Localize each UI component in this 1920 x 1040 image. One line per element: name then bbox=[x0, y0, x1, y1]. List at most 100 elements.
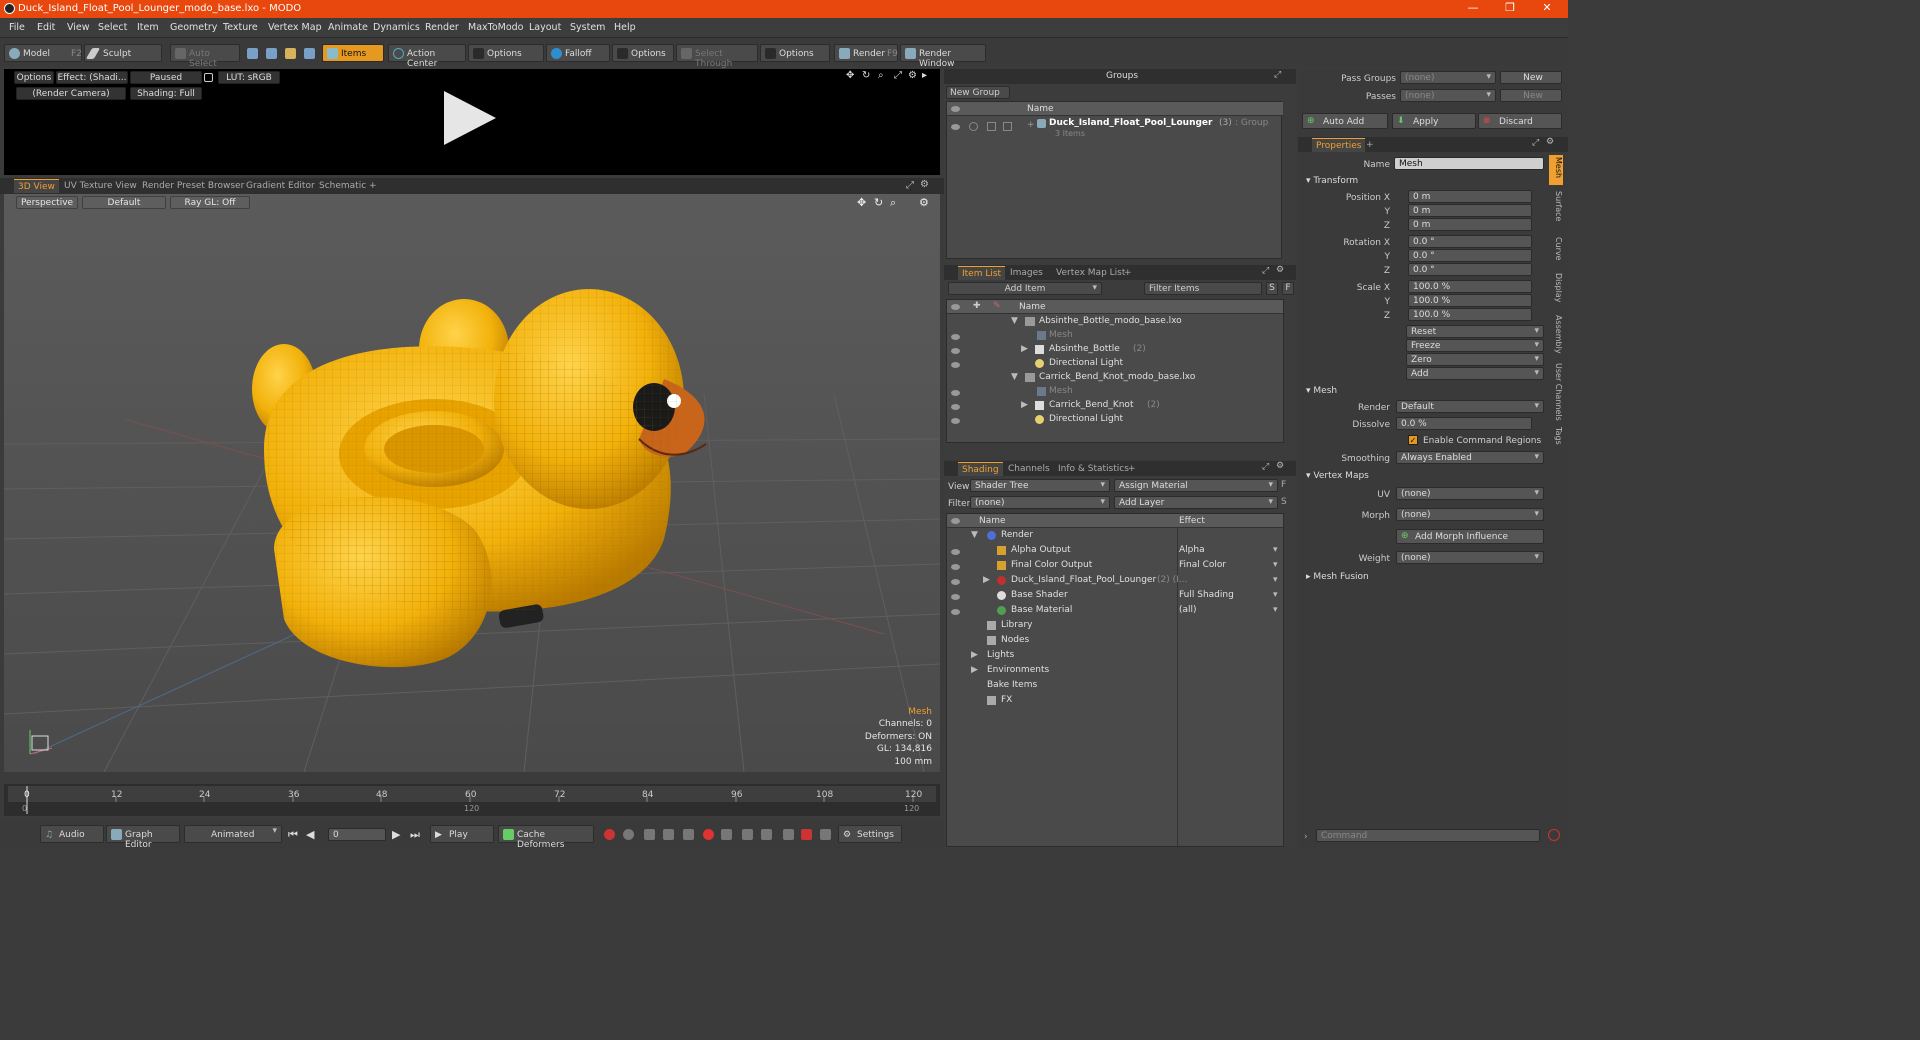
menu-geometry[interactable]: Geometry bbox=[170, 22, 217, 33]
tab-item-list[interactable]: Item List bbox=[958, 266, 1006, 280]
chevron-down-icon[interactable]: ▾ bbox=[1273, 605, 1278, 615]
mesh-fusion-section[interactable]: ▸ Mesh Fusion bbox=[1306, 572, 1369, 582]
assign-material-dropdown[interactable]: Assign Material bbox=[1114, 479, 1278, 492]
record-icon[interactable] bbox=[703, 829, 714, 840]
tree-row[interactable]: Directional Light bbox=[947, 414, 1283, 428]
collapse-icon[interactable]: ▼ bbox=[1011, 316, 1018, 326]
expand-icon[interactable]: ⤢ bbox=[1532, 138, 1539, 148]
prev-key-icon[interactable] bbox=[644, 829, 655, 840]
menu-layout[interactable]: Layout bbox=[529, 22, 561, 33]
shading-dropdown[interactable]: Shading: Full bbox=[130, 87, 202, 100]
falloff-options-button[interactable]: Options bbox=[612, 44, 674, 62]
add-morph-influence-button[interactable]: ⊕ Add Morph Influence bbox=[1396, 529, 1544, 544]
sidetab-mesh[interactable]: Mesh bbox=[1549, 155, 1563, 185]
edge-mode-icon[interactable] bbox=[266, 48, 277, 59]
tab-schematic[interactable]: Schematic bbox=[315, 179, 370, 193]
eye-icon[interactable] bbox=[951, 594, 960, 600]
menu-dynamics[interactable]: Dynamics bbox=[373, 22, 420, 33]
shader-row[interactable]: Nodes bbox=[947, 635, 1283, 649]
model-button[interactable]: Model F2 bbox=[4, 44, 82, 62]
eye-icon[interactable] bbox=[951, 334, 960, 340]
transform-section[interactable]: ▾ Transform bbox=[1306, 176, 1358, 186]
menu-select[interactable]: Select bbox=[98, 22, 127, 33]
menu-vertex-map[interactable]: Vertex Map bbox=[268, 22, 322, 33]
scale-x-field[interactable]: 100.0 % bbox=[1408, 280, 1532, 293]
auto-select-button[interactable]: Auto Select bbox=[170, 44, 240, 69]
menu-animate[interactable]: Animate bbox=[328, 22, 368, 33]
menu-system[interactable]: System bbox=[570, 22, 605, 33]
uv-dropdown[interactable]: (none) bbox=[1396, 487, 1544, 500]
command-expand-icon[interactable]: › bbox=[1304, 832, 1308, 842]
expand-icon[interactable]: + bbox=[1027, 120, 1035, 130]
shader-row[interactable]: Alpha Output Alpha ▾ bbox=[947, 545, 1283, 559]
menu-view[interactable]: View bbox=[67, 22, 90, 33]
chevron-down-icon[interactable]: ▾ bbox=[1273, 575, 1278, 585]
select-through-options-button[interactable]: Options bbox=[760, 44, 830, 62]
audio-button[interactable]: ♫ Audio bbox=[40, 825, 104, 843]
scale-z-field[interactable]: 100.0 % bbox=[1408, 308, 1532, 321]
filter-dropdown[interactable]: (none) bbox=[970, 496, 1110, 509]
paused-button[interactable]: Paused bbox=[130, 71, 202, 84]
sculpt-button[interactable]: Sculpt bbox=[84, 44, 162, 62]
prev-frame-icon[interactable]: ◀ bbox=[306, 828, 314, 841]
tab-vertex-map-list[interactable]: Vertex Map List bbox=[1052, 266, 1129, 280]
falloff-button[interactable]: Falloff bbox=[546, 44, 610, 62]
default-shading-dropdown[interactable]: Default bbox=[82, 196, 166, 209]
add-item-dropdown[interactable]: Add Item bbox=[948, 282, 1102, 295]
chevron-down-icon[interactable]: ▾ bbox=[1273, 590, 1278, 600]
sidetab-surface[interactable]: Surface bbox=[1549, 191, 1563, 221]
expand-icon[interactable]: ▶ bbox=[1021, 344, 1028, 354]
lock-icon[interactable] bbox=[204, 73, 213, 82]
tab-info-statistics[interactable]: Info & Statistics bbox=[1054, 462, 1133, 476]
sidetab-assembly[interactable]: Assembly bbox=[1549, 315, 1563, 354]
polygon-mode-icon[interactable] bbox=[285, 48, 296, 59]
raygl-dropdown[interactable]: Ray GL: Off bbox=[170, 196, 250, 209]
tree-row[interactable]: ▶ Absinthe_Bottle (2) bbox=[947, 344, 1283, 358]
tab-properties[interactable]: Properties bbox=[1312, 138, 1366, 152]
s-button[interactable]: S bbox=[1281, 497, 1287, 507]
next-key-icon[interactable] bbox=[663, 829, 674, 840]
apply-button[interactable]: ⬇ Apply bbox=[1392, 113, 1476, 129]
vertex-mode-icon[interactable] bbox=[247, 48, 258, 59]
eye-icon[interactable] bbox=[951, 609, 960, 615]
view-dropdown[interactable]: Shader Tree bbox=[970, 479, 1110, 492]
add-layer-dropdown[interactable]: Add Layer bbox=[1114, 496, 1278, 509]
eye-icon[interactable] bbox=[951, 348, 960, 354]
tree-row[interactable]: ▼ Carrick_Bend_Knot_modo_base.lxo bbox=[947, 372, 1283, 386]
expand-icon[interactable]: ⤢ bbox=[1262, 462, 1269, 472]
shader-row[interactable]: FX bbox=[947, 695, 1283, 709]
position-z-field[interactable]: 0 m bbox=[1408, 218, 1532, 231]
expand-icon[interactable]: ⤢ bbox=[1274, 70, 1281, 80]
add-dropdown[interactable]: Add bbox=[1406, 367, 1544, 380]
rotation-x-field[interactable]: 0.0 ° bbox=[1408, 235, 1532, 248]
scale-y-field[interactable]: 100.0 % bbox=[1408, 294, 1532, 307]
dissolve-field[interactable]: 0.0 % bbox=[1396, 417, 1532, 430]
view-settings-icon[interactable]: ⚙ bbox=[920, 179, 929, 190]
expand-icon[interactable]: ▶ bbox=[971, 650, 978, 660]
first-frame-icon[interactable]: ⏮ bbox=[288, 828, 298, 842]
sidetab-display[interactable]: Display bbox=[1549, 273, 1563, 303]
shader-row[interactable]: ▶ Environments bbox=[947, 665, 1283, 679]
menu-file[interactable]: File bbox=[9, 22, 25, 33]
refresh-icon[interactable]: ↻ bbox=[862, 70, 870, 81]
panel-settings-icon[interactable]: ⚙ bbox=[1276, 265, 1284, 275]
render-window-button[interactable]: Render Window bbox=[900, 44, 986, 69]
gear-icon[interactable]: ⚙ bbox=[908, 70, 917, 81]
shader-row[interactable]: Base Material (all) ▾ bbox=[947, 605, 1283, 619]
tab-gradient-editor[interactable]: Gradient Editor bbox=[242, 179, 319, 193]
discard-button[interactable]: ⊗ Discard bbox=[1478, 113, 1562, 129]
auto-key-icon[interactable] bbox=[623, 829, 634, 840]
menu-maxtomodo[interactable]: MaxToModo bbox=[468, 22, 524, 33]
eye-icon[interactable] bbox=[951, 390, 960, 396]
zoom-icon[interactable]: ⌕ bbox=[878, 70, 884, 81]
shader-row[interactable]: Bake Items bbox=[947, 680, 1283, 694]
cache-deformers-button[interactable]: Cache Deformers bbox=[498, 825, 594, 850]
panel-settings-icon[interactable]: ⚙ bbox=[1546, 137, 1554, 147]
menu-help[interactable]: Help bbox=[614, 22, 636, 33]
perspective-dropdown[interactable]: Perspective bbox=[16, 196, 78, 209]
add-tab-button[interactable]: + bbox=[365, 179, 381, 193]
select-toggle-icon[interactable] bbox=[1003, 122, 1012, 131]
add-tab-button[interactable]: + bbox=[1124, 462, 1140, 476]
eye-icon[interactable] bbox=[951, 124, 960, 130]
shader-row[interactable]: ▶ Duck_Island_Float_Pool_Lounger (2) (I.… bbox=[947, 575, 1283, 589]
